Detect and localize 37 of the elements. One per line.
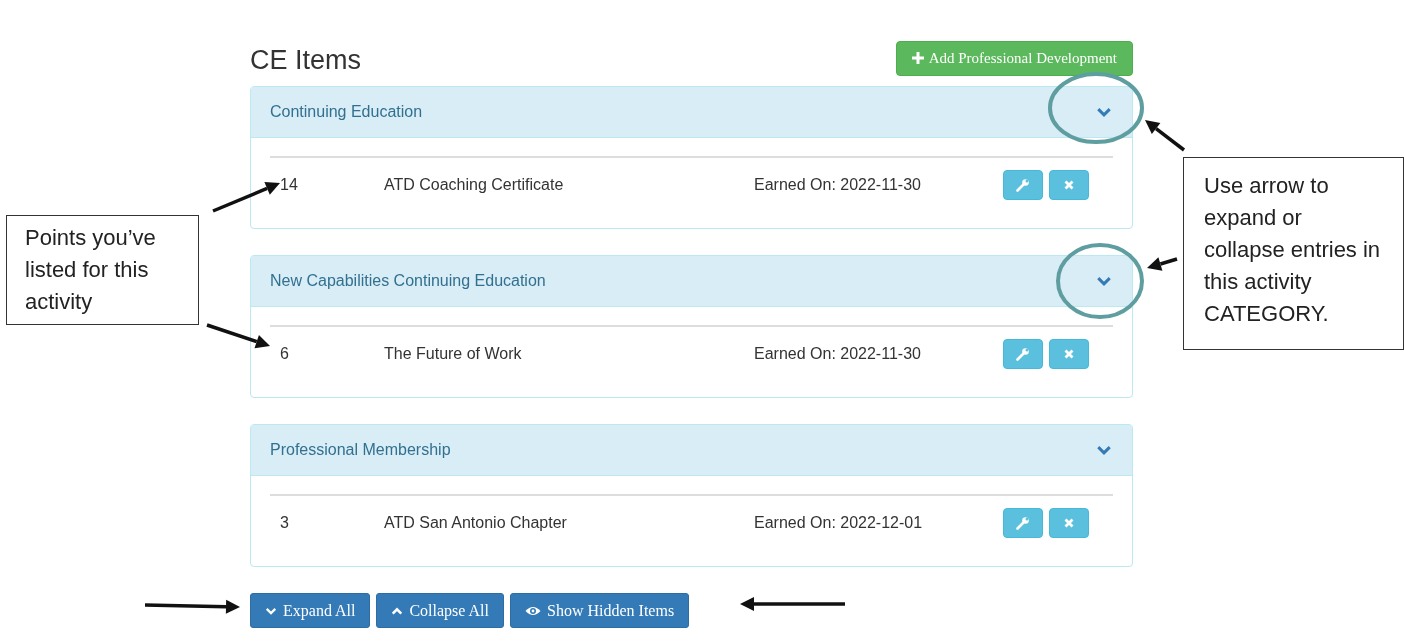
wrench-icon: [1016, 178, 1030, 192]
delete-button[interactable]: [1049, 339, 1089, 369]
edit-button[interactable]: [1003, 508, 1043, 538]
points-text: 14: [279, 176, 299, 194]
earned-date: Earned On: 2022-11-30: [754, 176, 922, 194]
earned-date: Earned On: 2022-11-30: [754, 345, 922, 363]
plus-icon: [911, 52, 924, 64]
action-button[interactable]: Collapse All: [376, 593, 504, 628]
delete-button[interactable]: [1049, 508, 1089, 538]
wrench-icon: [1016, 516, 1030, 530]
arrow: [212, 181, 280, 213]
panel-title: New Capabilities Continuing Education: [270, 272, 546, 290]
add-button[interactable]: Add Professional Development: [895, 40, 1133, 76]
callout-note: Use arrow to expand or collapse entries in this activity CATEGORY.: [1183, 157, 1404, 350]
action-button[interactable]: Expand All: [250, 593, 371, 628]
arrow: [1147, 257, 1178, 271]
eye-icon: [525, 604, 541, 617]
page-title: CE Items: [250, 43, 362, 76]
delete-button[interactable]: [1049, 170, 1089, 200]
points-text: 3: [279, 514, 290, 532]
callout-note: Points you’ve listed for this activity: [6, 215, 199, 325]
wrench-icon: [1016, 347, 1030, 361]
panel-title: Professional Membership: [270, 441, 451, 459]
edit-button[interactable]: [1003, 339, 1043, 369]
entry-name: ATD San Antonio Chapter: [384, 514, 568, 532]
earned-date: Earned On: 2022-12-01: [754, 514, 924, 532]
close-icon: [1064, 518, 1074, 528]
arrow: [1145, 120, 1186, 152]
panel-title: Continuing Education: [270, 103, 423, 121]
close-icon: [1064, 180, 1074, 190]
entry-name: ATD Coaching Certificate: [384, 176, 565, 194]
action-button[interactable]: Show Hidden Items: [510, 593, 690, 628]
edit-button[interactable]: [1003, 170, 1043, 200]
points-text: 6: [279, 345, 290, 363]
arrow: [206, 323, 270, 349]
entry-name: The Future of Work: [384, 345, 523, 363]
close-icon: [1064, 349, 1074, 359]
